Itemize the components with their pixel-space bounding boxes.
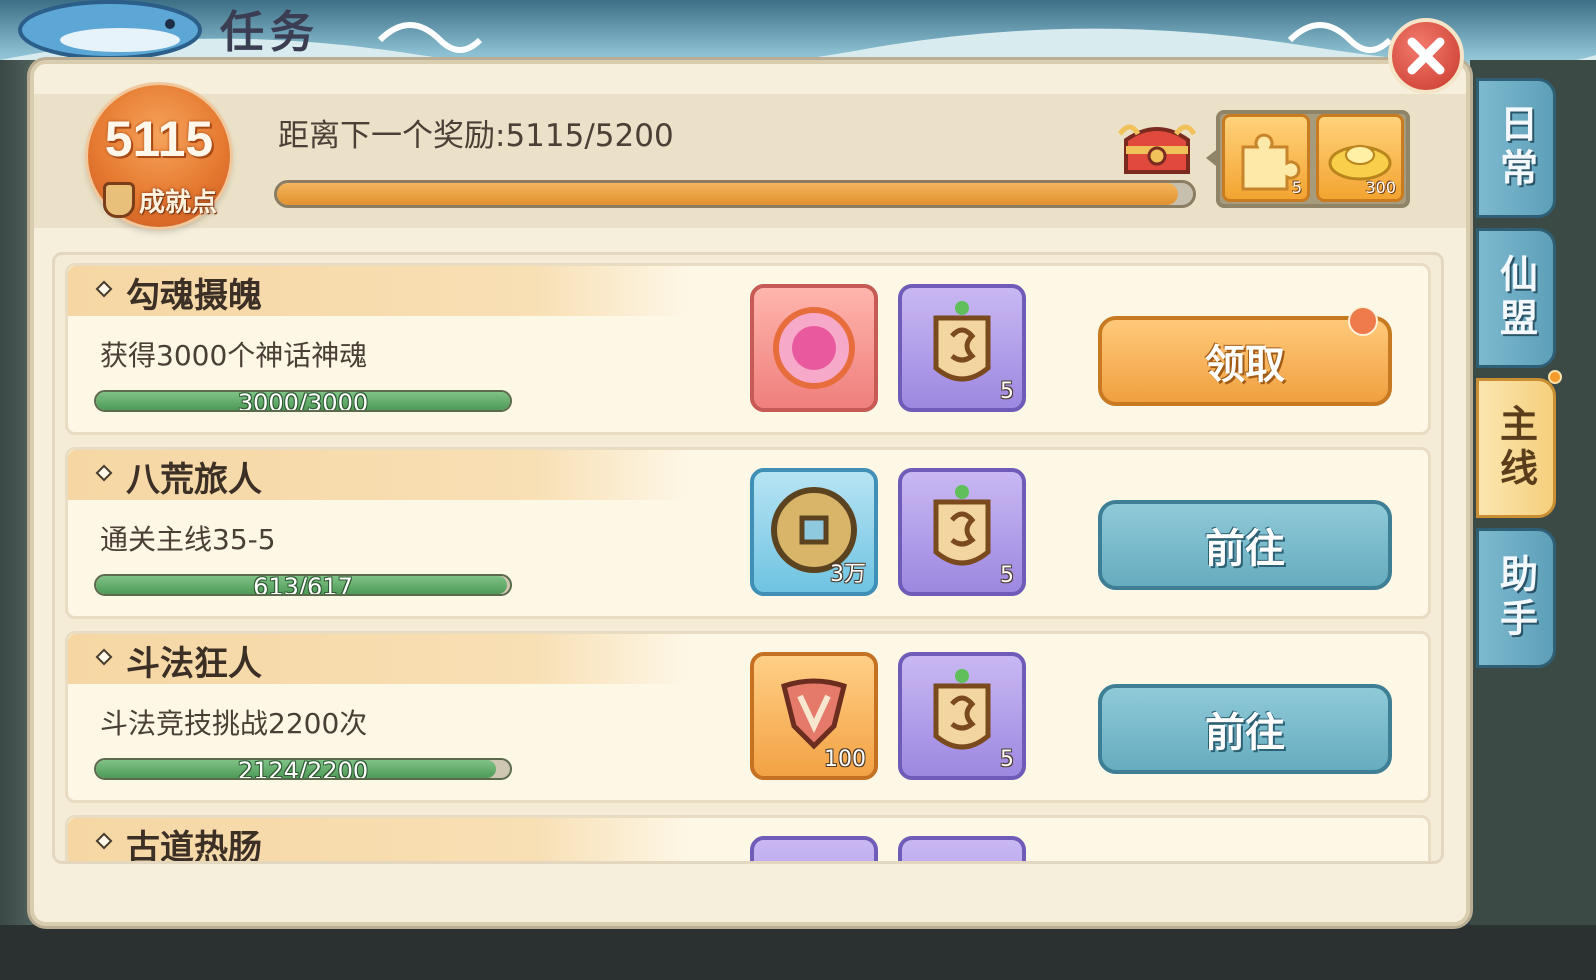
reward-item-medal[interactable]: 5: [898, 468, 1026, 596]
reward-item-soul-orb[interactable]: [750, 284, 878, 412]
soul-orb-icon: [773, 307, 855, 389]
tab-main-quest[interactable]: 主线: [1476, 378, 1556, 518]
task-progress-text: 3000/3000: [237, 390, 369, 412]
reward-count: 5: [1000, 563, 1014, 588]
reward-count: 5: [1000, 379, 1014, 404]
tab-guild[interactable]: 仙盟: [1476, 228, 1556, 368]
reward-count: 100: [824, 747, 866, 772]
reward-item-medal[interactable]: 5: [898, 284, 1026, 412]
task-card: 勾魂摄魄 获得3000个神话神魂 3000/3000 5 领取: [65, 263, 1431, 435]
reward-item[interactable]: [750, 836, 878, 861]
task-card: 斗法狂人 斗法竞技挑战2200次 2124/2200 100 5 前往: [65, 631, 1431, 803]
reward-count: 5: [1291, 178, 1302, 197]
close-button[interactable]: [1388, 18, 1464, 94]
task-progress-bar: 2124/2200: [94, 758, 512, 780]
treasure-chest-icon[interactable]: [1118, 116, 1196, 178]
achievement-medal-icon: [102, 182, 135, 218]
task-title: 古道热肠: [126, 828, 262, 864]
go-button[interactable]: 前往: [1098, 500, 1392, 590]
reward-item-medal[interactable]: 5: [898, 652, 1026, 780]
next-reward-item-2[interactable]: 300: [1316, 114, 1404, 202]
claim-button[interactable]: 领取: [1098, 316, 1392, 406]
close-icon: [1407, 37, 1445, 75]
task-title: 八荒旅人: [126, 460, 262, 500]
task-progress-text: 2124/2200: [237, 758, 369, 780]
task-progress-text: 613/617: [253, 574, 353, 596]
reward-count: 300: [1365, 178, 1396, 197]
task-card: 古道热肠: [65, 815, 1431, 864]
reward-item-coin[interactable]: 3万: [750, 468, 878, 596]
task-description: 通关主线35-5: [100, 523, 276, 556]
reward-count: 3万: [830, 562, 866, 587]
task-description: 获得3000个神话神魂: [100, 339, 368, 372]
gift-notification-icon: [1348, 306, 1378, 336]
tab-daily[interactable]: 日常: [1476, 78, 1556, 218]
achievement-score-label: 成就点: [90, 180, 230, 220]
next-reward-progress-bar: [274, 180, 1196, 208]
window-title: 任务: [220, 7, 320, 58]
tab-notification-dot: [1548, 370, 1562, 384]
tab-assistant[interactable]: 助手: [1476, 528, 1556, 668]
reward-pointer: [1206, 150, 1216, 166]
background-bottom-bar: [0, 925, 1596, 980]
go-button[interactable]: 前往: [1098, 684, 1392, 774]
task-description: 斗法竞技挑战2200次: [100, 707, 368, 740]
reward-count: 5: [1000, 747, 1014, 772]
task-card: 八荒旅人 通关主线35-5 613/617 3万 5 前往: [65, 447, 1431, 619]
next-reward-item-1[interactable]: 5: [1222, 114, 1310, 202]
achievement-score-value: 5115: [104, 111, 214, 167]
task-title: 勾魂摄魄: [126, 276, 262, 316]
reward-item-arena-emblem[interactable]: 100: [750, 652, 878, 780]
next-reward-progress-fill: [277, 183, 1179, 205]
score-label-text: 成就点: [138, 187, 217, 218]
task-title: 斗法狂人: [126, 644, 262, 684]
reward-item[interactable]: [898, 836, 1026, 861]
task-list[interactable]: 勾魂摄魄 获得3000个神话神魂 3000/3000 5 领取 八荒旅人 通关主…: [52, 252, 1444, 864]
next-reward-progress-text: 距离下一个奖励:5115/5200: [278, 118, 674, 154]
task-progress-bar: 613/617: [94, 574, 512, 596]
task-progress-bar: 3000/3000: [94, 390, 512, 412]
